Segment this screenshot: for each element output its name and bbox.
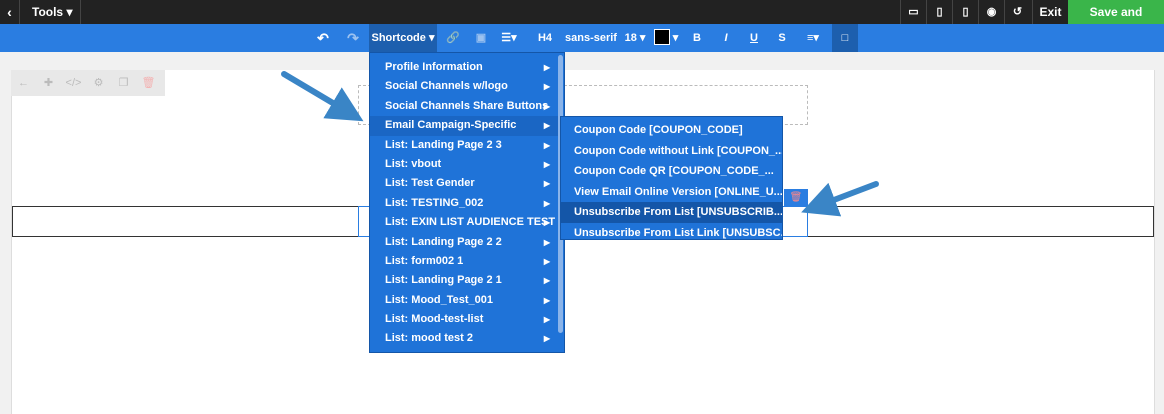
- annotation-arrows: [281, 71, 879, 217]
- arrow-pointer-icon: [801, 181, 879, 217]
- arrow-pointer-icon: [281, 71, 364, 122]
